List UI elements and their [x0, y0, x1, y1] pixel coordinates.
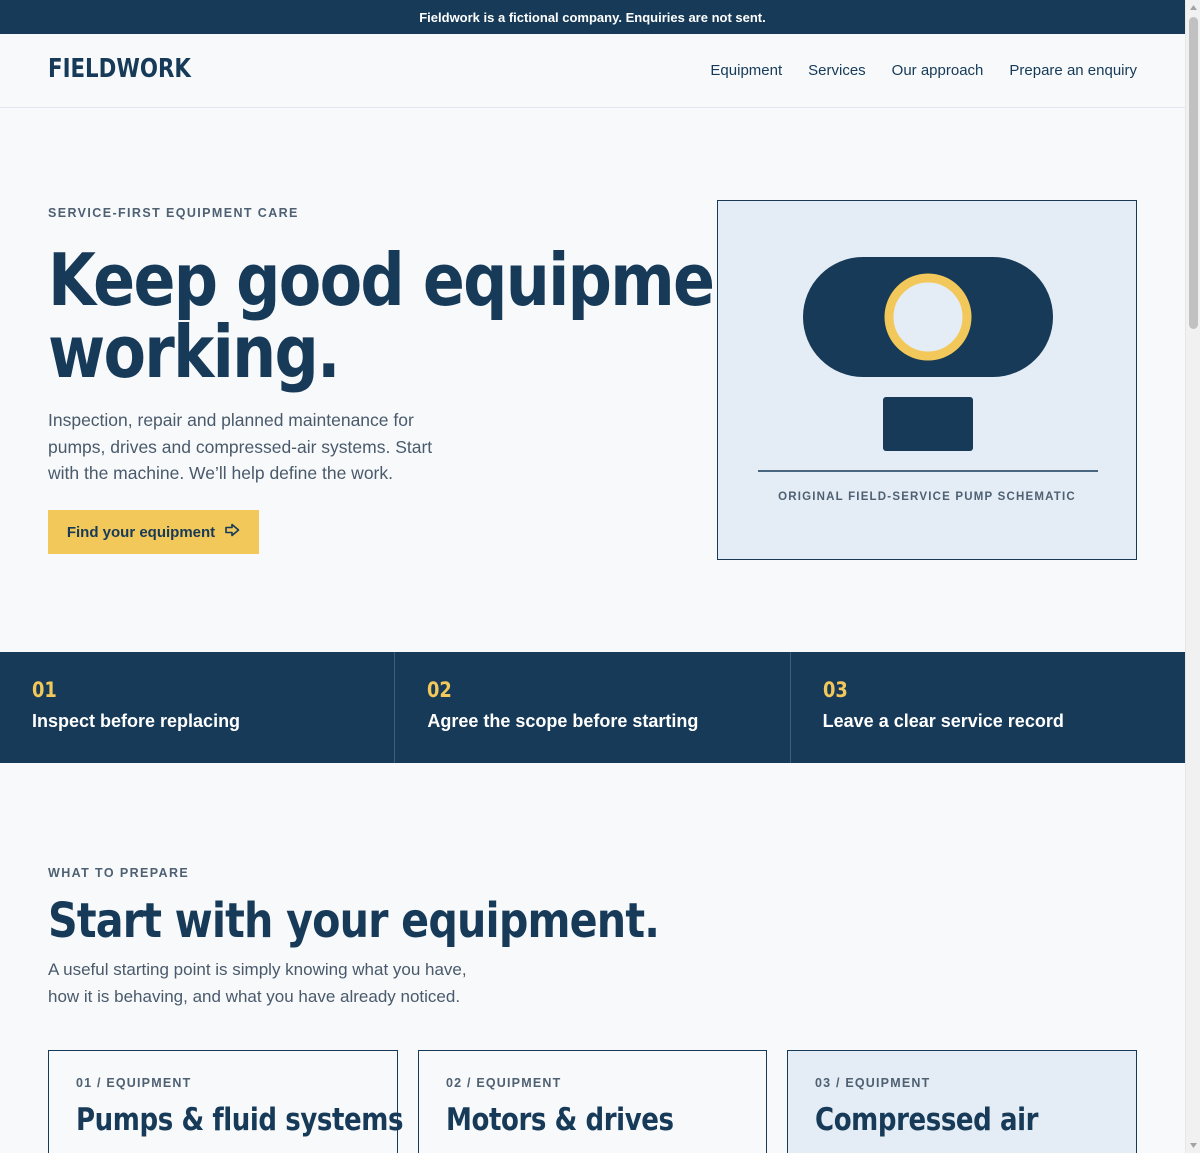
pump-impeller-shape	[884, 273, 972, 361]
principle-item: 03 Leave a clear service record	[791, 652, 1185, 763]
principle-label: Inspect before replacing	[32, 711, 241, 731]
equipment-card-pumps[interactable]: 01 / EQUIPMENT Pumps & fluid systems	[48, 1050, 404, 1153]
nav-link-our-approach[interactable]: Our approach	[892, 62, 984, 79]
hero-description: Inspection, repair and planned maintenan…	[48, 410, 433, 483]
equipment-card-compressed-air[interactable]: 03 / EQUIPMENT Compressed air	[787, 1050, 1137, 1153]
card-label: 03 / EQUIPMENT	[815, 1076, 931, 1090]
site-logo[interactable]: FIELDWORK	[48, 54, 191, 84]
hero-title: Keep good equipment working.	[48, 238, 785, 394]
scrollbar-thumb[interactable]	[1189, 17, 1198, 329]
announcement-text: Fieldwork is a fictional company. Enquir…	[419, 9, 766, 25]
principle-number: 03	[822, 678, 848, 702]
pump-base-shape	[883, 397, 973, 451]
nav-link-equipment[interactable]: Equipment	[710, 62, 782, 79]
prepare-description: A useful starting point is simply knowin…	[48, 960, 467, 1006]
card-title: Compressed air	[815, 1102, 1039, 1138]
find-equipment-button[interactable]: Find your equipment	[48, 510, 259, 554]
scroll-down-arrow-icon[interactable]	[1186, 1138, 1200, 1153]
pump-schematic-illustration: ORIGINAL FIELD-SERVICE PUMP SCHEMATIC	[717, 200, 1137, 560]
find-equipment-label: Find your equipment	[66, 523, 216, 541]
main-nav: Equipment Services Our approach Prepare …	[710, 62, 1137, 79]
principle-number: 02	[427, 678, 453, 702]
prepare-title: Start with your equipment.	[48, 893, 660, 949]
pump-schematic-graphic	[758, 257, 1098, 472]
card-title: Motors & drives	[446, 1102, 674, 1138]
scroll-up-arrow-icon[interactable]	[1186, 0, 1200, 15]
nav-link-services[interactable]: Services	[808, 62, 866, 79]
site-header: FIELDWORK Equipment Services Our approac…	[0, 34, 1185, 108]
hero-eyebrow: SERVICE-FIRST EQUIPMENT CARE	[48, 206, 299, 220]
principle-item: 02 Agree the scope before starting	[395, 652, 791, 763]
hero-title-line-1: Keep good equipment	[48, 238, 785, 322]
card-label: 02 / EQUIPMENT	[446, 1076, 562, 1090]
hero-title-line-2: working.	[48, 310, 341, 394]
vertical-scrollbar[interactable]	[1185, 0, 1200, 1153]
card-label: 01 / EQUIPMENT	[76, 1076, 192, 1090]
prepare-eyebrow: WHAT TO PREPARE	[48, 866, 190, 880]
arrow-right-icon	[225, 523, 240, 541]
illustration-caption: ORIGINAL FIELD-SERVICE PUMP SCHEMATIC	[778, 491, 1076, 503]
equipment-card-motors[interactable]: 02 / EQUIPMENT Motors & drives	[418, 1050, 767, 1153]
principle-number: 01	[32, 678, 57, 702]
principle-label: Leave a clear service record	[822, 711, 1064, 731]
principle-label: Agree the scope before starting	[427, 711, 699, 731]
principles-band: 01 Inspect before replacing 02 Agree the…	[0, 652, 1185, 763]
principle-item: 01 Inspect before replacing	[0, 652, 396, 763]
nav-link-prepare-enquiry[interactable]: Prepare an enquiry	[1009, 62, 1137, 79]
announcement-bar: Fieldwork is a fictional company. Enquir…	[0, 0, 1185, 34]
card-title: Pumps & fluid systems	[76, 1102, 404, 1138]
